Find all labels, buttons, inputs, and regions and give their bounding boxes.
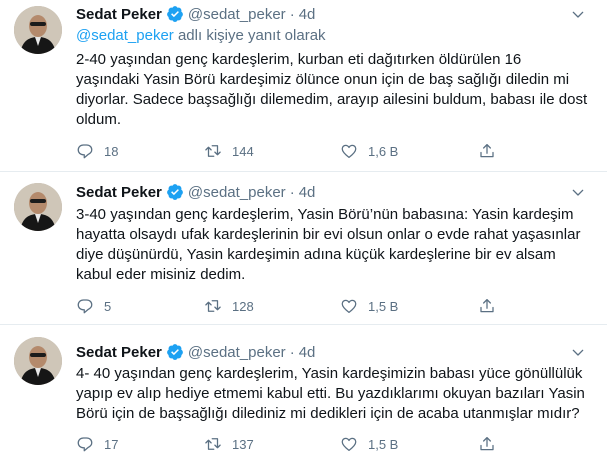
heart-icon	[341, 437, 357, 452]
author-handle[interactable]: @sedat_peker	[188, 344, 286, 361]
tweet-3[interactable]: Sedat Peker @sedat_peker · 4d 4- 40 yaşı…	[0, 325, 607, 468]
verified-badge-icon	[167, 344, 183, 360]
retweet-count: 144	[232, 143, 254, 159]
avatar-photo	[14, 337, 62, 385]
avatar[interactable]	[14, 337, 62, 385]
tweet-actions: 5 128 1,5 B	[76, 296, 591, 316]
separator-dot: ·	[289, 343, 295, 361]
avatar-photo	[14, 183, 62, 231]
share-upload-icon	[480, 436, 494, 451]
verified-badge-icon	[167, 6, 183, 22]
tweet-text: 2-40 yaşından genç kardeşlerim, kurban e…	[76, 51, 588, 128]
more-chevron-icon[interactable]	[567, 182, 589, 204]
retweet-arrows-icon	[205, 145, 221, 157]
share-button[interactable]	[478, 434, 496, 454]
retweet-count: 128	[232, 298, 254, 314]
separator-dot: ·	[289, 183, 295, 201]
author-handle[interactable]: @sedat_peker	[188, 6, 286, 23]
retweet-button[interactable]: 137	[204, 434, 254, 454]
like-button[interactable]: 1,5 B	[340, 296, 398, 316]
author-name[interactable]: Sedat Peker	[76, 184, 162, 201]
like-count: 1,6 B	[368, 143, 399, 159]
tweet-header: Sedat Peker @sedat_peker · 4d	[76, 4, 315, 24]
verified-badge-icon	[167, 184, 183, 200]
tweet-timestamp[interactable]: 4d	[299, 344, 316, 361]
tweet-header: Sedat Peker @sedat_peker · 4d	[76, 342, 315, 362]
reply-button[interactable]: 5	[76, 296, 111, 316]
tweet-header: Sedat Peker @sedat_peker · 4d	[76, 182, 315, 202]
reply-bubble-icon	[77, 299, 93, 314]
share-upload-icon	[480, 298, 494, 313]
tweet-text: 3-40 yaşından genç kardeşlerim, Yasin Bö…	[76, 206, 581, 283]
author-handle[interactable]: @sedat_peker	[188, 184, 286, 201]
reply-mention-link[interactable]: @sedat_peker	[76, 27, 174, 44]
reply-count: 5	[104, 298, 112, 314]
like-button[interactable]: 1,6 B	[340, 141, 398, 161]
retweet-arrows-icon	[205, 438, 221, 450]
reply-bubble-icon	[77, 437, 93, 452]
avatar[interactable]	[14, 183, 62, 231]
retweet-count: 137	[232, 436, 254, 452]
retweet-button[interactable]: 144	[204, 141, 254, 161]
tweet-actions: 18 144 1,6 B	[76, 141, 591, 161]
like-count: 1,5 B	[368, 436, 399, 452]
retweet-button[interactable]: 128	[204, 296, 254, 316]
reply-suffix: adlı kişiye yanıt olarak	[173, 27, 326, 44]
tweet-timestamp[interactable]: 4d	[299, 184, 316, 201]
share-upload-icon	[480, 143, 494, 158]
more-chevron-icon[interactable]	[567, 342, 589, 364]
share-button[interactable]	[478, 296, 496, 316]
reply-count: 18	[104, 143, 119, 159]
more-chevron-icon[interactable]	[567, 4, 589, 26]
tweet-1[interactable]: Sedat Peker @sedat_peker · 4d @sedat_pek…	[0, 0, 607, 172]
like-count: 1,5 B	[368, 298, 399, 314]
heart-icon	[341, 144, 357, 159]
replying-to: @sedat_peker adlı kişiye yanıt olarak	[76, 27, 326, 44]
tweet-thread: Sedat Peker @sedat_peker · 4d @sedat_pek…	[0, 0, 607, 468]
author-name[interactable]: Sedat Peker	[76, 344, 162, 361]
tweet-2[interactable]: Sedat Peker @sedat_peker · 4d 3-40 yaşın…	[0, 172, 607, 325]
reply-button[interactable]: 18	[76, 141, 118, 161]
tweet-actions: 17 137 1,5 B	[76, 434, 591, 454]
reply-bubble-icon	[77, 144, 93, 159]
author-name[interactable]: Sedat Peker	[76, 6, 162, 23]
tweet-timestamp[interactable]: 4d	[299, 6, 316, 23]
separator-dot: ·	[289, 5, 295, 23]
avatar[interactable]	[14, 6, 62, 54]
avatar-photo	[14, 6, 62, 54]
reply-count: 17	[104, 436, 119, 452]
reply-button[interactable]: 17	[76, 434, 118, 454]
like-button[interactable]: 1,5 B	[340, 434, 398, 454]
heart-icon	[341, 299, 357, 314]
retweet-arrows-icon	[205, 300, 221, 312]
share-button[interactable]	[478, 141, 496, 161]
tweet-text: 4- 40 yaşından genç kardeşlerim, Yasin k…	[76, 365, 585, 422]
